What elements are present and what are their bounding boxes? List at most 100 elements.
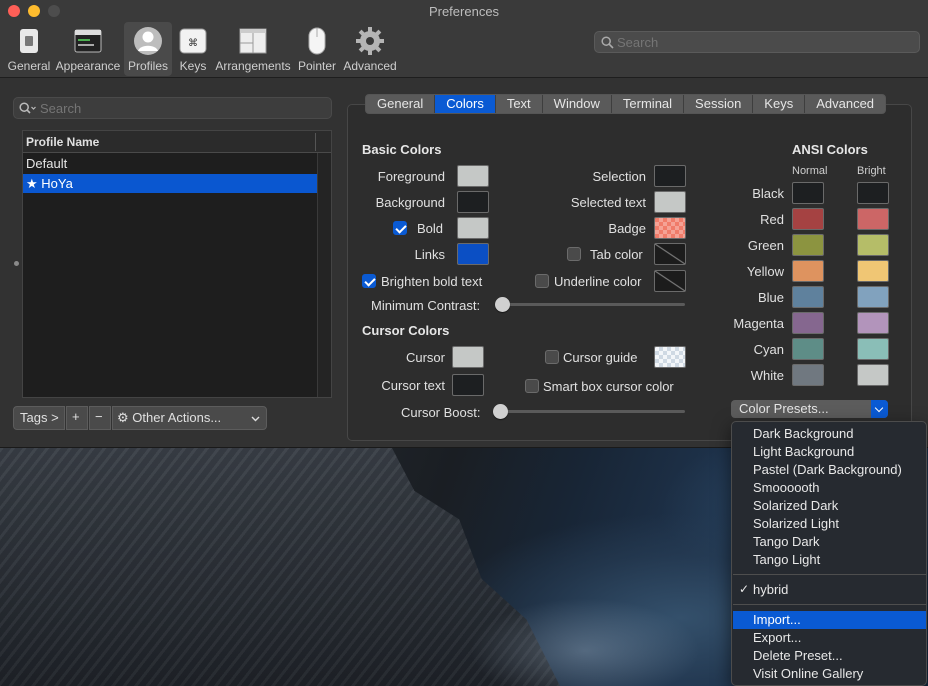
- cursor-boost-slider[interactable]: [493, 404, 685, 419]
- preset-smoooooth[interactable]: Smoooooth: [733, 479, 926, 497]
- ansi-cyan-normal-well[interactable]: [792, 338, 824, 360]
- menu-separator: [733, 604, 926, 605]
- ansi-green-normal-well[interactable]: [792, 234, 824, 256]
- selected-text-label: Selected text: [570, 195, 646, 210]
- delete-preset-item[interactable]: Delete Preset...: [733, 647, 926, 665]
- minimum-contrast-slider[interactable]: [495, 297, 685, 312]
- ansi-black-bright-well[interactable]: [857, 182, 889, 204]
- badge-label: Badge: [608, 221, 646, 236]
- visit-online-gallery-item[interactable]: Visit Online Gallery: [733, 665, 926, 683]
- preset-tango-light[interactable]: Tango Light: [733, 551, 926, 569]
- profile-row-hoya[interactable]: ★ HoYa: [23, 174, 317, 193]
- underline-color-label: Underline color: [554, 274, 642, 289]
- preset-tango-dark[interactable]: Tango Dark: [733, 533, 926, 551]
- profile-search-field[interactable]: [13, 97, 332, 119]
- toolbar-general[interactable]: General: [6, 22, 52, 76]
- links-color-well[interactable]: [457, 243, 489, 265]
- split-view-handle[interactable]: [14, 261, 19, 266]
- color-presets-menu: Dark Background Light Background Pastel …: [731, 421, 927, 686]
- preset-light-background[interactable]: Light Background: [733, 443, 926, 461]
- add-profile-button[interactable]: +: [66, 406, 88, 430]
- underline-color-well[interactable]: [654, 270, 686, 292]
- preset-pastel[interactable]: Pastel (Dark Background): [733, 461, 926, 479]
- bold-label: Bold: [417, 221, 444, 236]
- tab-window[interactable]: Window: [542, 95, 612, 113]
- tab-color-well[interactable]: [654, 243, 686, 265]
- ansi-red-bright-well[interactable]: [857, 208, 889, 230]
- badge-color-well[interactable]: [654, 217, 686, 239]
- tab-color-checkbox[interactable]: [567, 247, 581, 261]
- toolbar-pointer[interactable]: Pointer: [295, 22, 339, 76]
- import-preset-item[interactable]: Import...: [733, 611, 926, 629]
- brighten-bold-checkbox[interactable]: [362, 274, 376, 288]
- cursor-text-color-well[interactable]: [452, 374, 484, 396]
- cursor-guide-checkbox[interactable]: [545, 350, 559, 364]
- ansi-colors-heading: ANSI Colors: [792, 142, 868, 157]
- color-presets-button[interactable]: Color Presets...: [731, 400, 888, 418]
- ansi-green-bright-well[interactable]: [857, 234, 889, 256]
- ansi-cyan-bright-well[interactable]: [857, 338, 889, 360]
- bold-checkbox[interactable]: [393, 221, 407, 235]
- tab-terminal[interactable]: Terminal: [611, 95, 685, 113]
- smart-box-cursor-checkbox[interactable]: [525, 379, 539, 393]
- toolbar-search-field[interactable]: [594, 31, 920, 53]
- toolbar-arrangements[interactable]: Arrangements: [214, 22, 292, 76]
- cursor-boost-slider-knob[interactable]: [493, 404, 508, 419]
- ansi-yellow-normal-well[interactable]: [792, 260, 824, 282]
- preset-hybrid[interactable]: ✓ hybrid: [733, 581, 926, 599]
- tab-advanced[interactable]: Advanced: [805, 95, 886, 113]
- underline-color-checkbox[interactable]: [535, 274, 549, 288]
- background-color-well[interactable]: [457, 191, 489, 213]
- checkmark-icon: ✓: [739, 582, 750, 596]
- ansi-yellow-bright-well[interactable]: [857, 260, 889, 282]
- ansi-magenta-normal-well[interactable]: [792, 312, 824, 334]
- profile-name-column-header[interactable]: Profile Name: [23, 131, 331, 153]
- tab-text[interactable]: Text: [495, 95, 543, 113]
- tab-color-label: Tab color: [590, 247, 643, 262]
- tab-keys[interactable]: Keys: [753, 95, 806, 113]
- ansi-red-normal-well[interactable]: [792, 208, 824, 230]
- wallpaper-sea: [470, 598, 700, 686]
- minimum-contrast-slider-knob[interactable]: [495, 297, 510, 312]
- ansi-black-label: Black: [752, 186, 784, 201]
- ansi-white-label: White: [750, 368, 784, 383]
- star-icon: ★: [26, 176, 42, 191]
- cursor-color-well[interactable]: [452, 346, 484, 368]
- ansi-white-bright-well[interactable]: [857, 364, 889, 386]
- profile-row-default[interactable]: Default: [23, 154, 317, 173]
- preset-solarized-light[interactable]: Solarized Light: [733, 515, 926, 533]
- remove-profile-button[interactable]: −: [89, 406, 111, 430]
- tab-colors[interactable]: Colors: [435, 95, 496, 113]
- links-label: Links: [414, 247, 445, 262]
- tab-general[interactable]: General: [366, 95, 436, 113]
- preset-solarized-dark[interactable]: Solarized Dark: [733, 497, 926, 515]
- preset-dark-background[interactable]: Dark Background: [733, 425, 926, 443]
- foreground-color-well[interactable]: [457, 165, 489, 187]
- selected-text-color-well[interactable]: [654, 191, 686, 213]
- ansi-white-normal-well[interactable]: [792, 364, 824, 386]
- toolbar-advanced[interactable]: Advanced: [342, 22, 398, 76]
- selection-label: Selection: [592, 169, 646, 184]
- arrangements-icon: [239, 28, 267, 54]
- toolbar-appearance[interactable]: Appearance: [55, 22, 121, 76]
- selection-color-well[interactable]: [654, 165, 686, 187]
- tags-button[interactable]: Tags >: [13, 406, 65, 430]
- export-preset-item[interactable]: Export...: [733, 629, 926, 647]
- toolbar-search-input[interactable]: [617, 34, 907, 51]
- window-title: Preferences: [428, 4, 500, 19]
- ansi-blue-normal-well[interactable]: [792, 286, 824, 308]
- profile-search-input[interactable]: [40, 100, 320, 117]
- other-actions-button[interactable]: ⚙ Other Actions...: [112, 406, 267, 430]
- foreground-label: Foreground: [377, 169, 445, 184]
- bold-color-well[interactable]: [457, 217, 489, 239]
- cursor-guide-color-well[interactable]: [654, 346, 686, 368]
- tab-session[interactable]: Session: [684, 95, 754, 113]
- preferences-window: Preferences General Appearance Profiles …: [0, 0, 928, 448]
- toolbar-keys[interactable]: ⌘ Keys: [175, 22, 211, 76]
- ansi-magenta-bright-well[interactable]: [857, 312, 889, 334]
- gear-icon: [356, 27, 384, 55]
- toolbar-profiles[interactable]: Profiles: [124, 22, 172, 76]
- profile-list-scrollbar[interactable]: [317, 153, 331, 397]
- ansi-black-normal-well[interactable]: [792, 182, 824, 204]
- ansi-blue-bright-well[interactable]: [857, 286, 889, 308]
